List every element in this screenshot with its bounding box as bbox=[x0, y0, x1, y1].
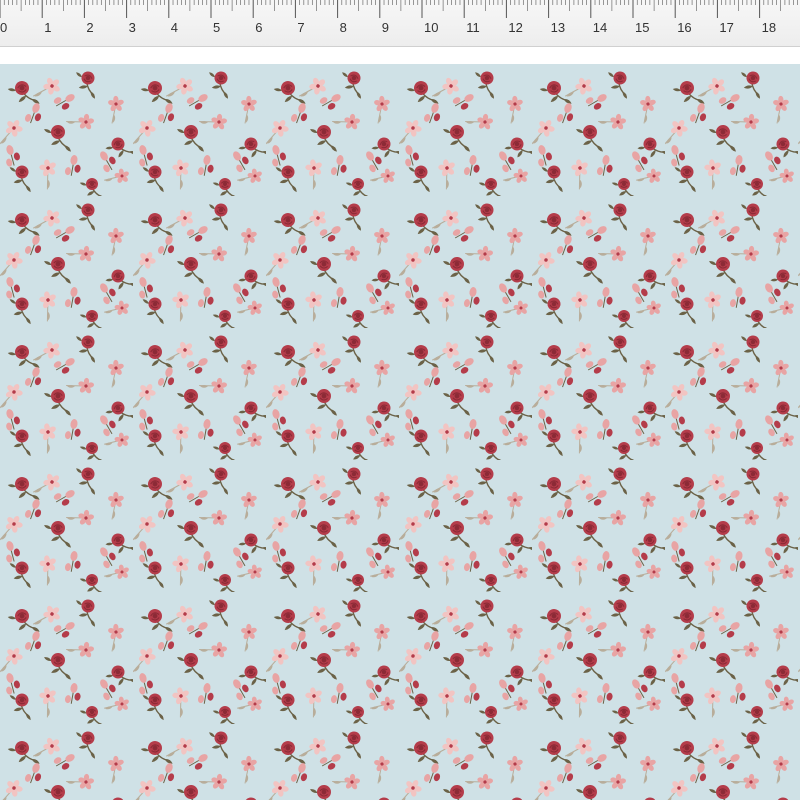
ruler-label: 14 bbox=[592, 20, 608, 35]
ruler-label: 11 bbox=[466, 20, 480, 35]
ruler-label: 8 bbox=[339, 20, 347, 35]
ruler-label: 1 bbox=[44, 20, 52, 35]
measuring-ruler: 01234567891011121314151617181 bbox=[0, 0, 800, 47]
ruler-label: 6 bbox=[255, 20, 263, 35]
ruler-label: 9 bbox=[381, 20, 390, 35]
ruler-label: 17 bbox=[719, 20, 734, 35]
ruler-label: 3 bbox=[128, 20, 136, 35]
ruler-label: 16 bbox=[677, 20, 692, 35]
ruler-label: 4 bbox=[170, 20, 179, 35]
ruler-label: 18 bbox=[761, 20, 777, 35]
ruler-label: 15 bbox=[635, 20, 650, 35]
ruler-label: 5 bbox=[213, 20, 221, 35]
ruler-label: 10 bbox=[424, 20, 439, 35]
ruler-label: 7 bbox=[297, 20, 305, 35]
floral-pattern bbox=[0, 64, 800, 800]
fabric-swatch bbox=[0, 64, 800, 800]
ruler-label: 2 bbox=[86, 20, 94, 35]
ruler-label: 13 bbox=[550, 20, 566, 35]
ruler-label: 0 bbox=[0, 20, 8, 35]
ruler-label: 12 bbox=[508, 20, 523, 35]
product-photo: 01234567891011121314151617181 bbox=[0, 0, 800, 800]
